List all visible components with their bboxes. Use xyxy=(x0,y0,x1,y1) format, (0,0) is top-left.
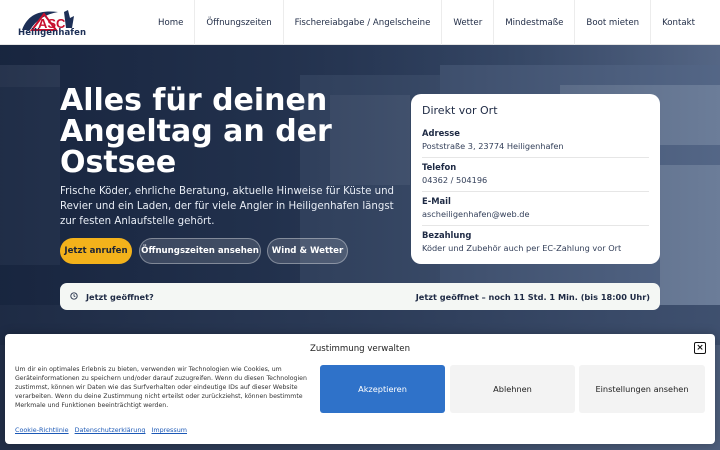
address-label: Adresse xyxy=(422,128,460,138)
nav-boat-rental[interactable]: Boot mieten xyxy=(574,0,650,45)
main-navigation: Home Öffnungszeiten Fischereiabgabe / An… xyxy=(147,0,706,45)
nav-opening-hours[interactable]: Öffnungszeiten xyxy=(194,0,282,45)
nav-fishing-license[interactable]: Fischereiabgabe / Angelscheine xyxy=(282,0,442,45)
hero-description: Frische Köder, ehrliche Beratung, aktuel… xyxy=(60,186,394,227)
contact-info-card: Direkt vor Ort Adresse Poststraße 3, 237… xyxy=(411,94,660,264)
email-link[interactable]: ascheiligenhafen@web.de xyxy=(422,209,649,219)
logo-name: Heiligenhafen xyxy=(18,28,87,38)
privacy-policy-link[interactable]: Datenschutzerklärung xyxy=(75,426,146,434)
close-icon[interactable]: × xyxy=(694,342,706,354)
phone-label: Telefon xyxy=(422,162,457,172)
open-status-bar: Jetzt geöffnet? Jetzt geöffnet – noch 11… xyxy=(60,283,660,310)
nav-contact[interactable]: Kontakt xyxy=(650,0,706,45)
consent-title: Zustimmung verwalten xyxy=(309,344,411,354)
card-row-payment: Bezahlung Köder und Zubehör auch per EC-… xyxy=(422,226,649,259)
card-row-phone: Telefon 04362 / 504196 xyxy=(422,158,649,192)
card-row-address: Adresse Poststraße 3, 23774 Heiligenhafe… xyxy=(422,124,649,158)
call-now-button[interactable]: Jetzt anrufen xyxy=(60,238,132,264)
cookie-policy-link[interactable]: Cookie-Richtlinie xyxy=(15,426,69,434)
phone-link[interactable]: 04362 / 504196 xyxy=(422,175,649,185)
hero-title: Alles für deinen Angeltag an der Ostsee xyxy=(60,83,332,180)
address-value: Poststraße 3, 23774 Heiligenhafen xyxy=(422,141,564,151)
email-label: E-Mail xyxy=(422,196,451,206)
payment-label: Bezahlung xyxy=(422,230,472,240)
card-row-email: E-Mail ascheiligenhafen@web.de xyxy=(422,192,649,226)
card-title: Direkt vor Ort xyxy=(422,104,498,117)
consent-links: Cookie-Richtlinie Datenschutzerklärung I… xyxy=(15,426,187,434)
open-status-question: Jetzt geöffnet? xyxy=(86,291,154,302)
accept-button[interactable]: Akzeptieren xyxy=(320,365,445,413)
decline-button[interactable]: Ablehnen xyxy=(450,365,575,413)
nav-weather[interactable]: Wetter xyxy=(441,0,493,45)
view-settings-button[interactable]: Einstellungen ansehen xyxy=(579,365,705,413)
cookie-consent-dialog: Zustimmung verwalten × Um dir ein optima… xyxy=(5,334,715,444)
payment-value: Köder und Zubehör auch per EC-Zahlung vo… xyxy=(422,243,622,253)
open-status-answer: Jetzt geöffnet – noch 11 Std. 1 Min. (bi… xyxy=(415,291,650,302)
site-header: ASC Heiligenhafen Home Öffnungszeiten Fi… xyxy=(0,0,720,45)
consent-text: Um dir ein optimales Erlebnis zu bieten,… xyxy=(15,366,307,410)
view-opening-hours-button[interactable]: Öffnungszeiten ansehen xyxy=(139,238,261,264)
clock-icon xyxy=(70,291,86,302)
nav-minimum-sizes[interactable]: Mindestmaße xyxy=(493,0,574,45)
imprint-link[interactable]: Impressum xyxy=(151,426,187,434)
wind-weather-button[interactable]: Wind & Wetter xyxy=(267,238,348,264)
nav-home[interactable]: Home xyxy=(147,0,194,45)
